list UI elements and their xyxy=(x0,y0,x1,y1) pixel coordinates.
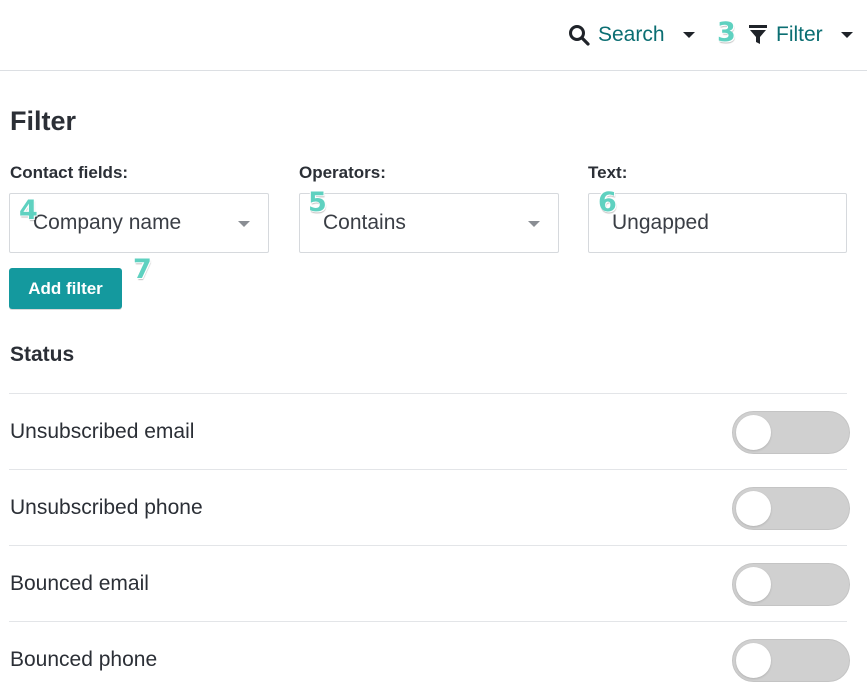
status-label: Unsubscribed phone xyxy=(10,495,203,519)
chevron-down-icon xyxy=(840,32,853,38)
marker-6: 6 xyxy=(598,187,617,218)
text-label: Text: xyxy=(588,163,628,182)
toggle-knob xyxy=(736,415,771,450)
search-dropdown-button[interactable]: Search xyxy=(568,18,695,52)
text-input[interactable]: Ungapped xyxy=(588,193,847,253)
contact-fields-select[interactable]: Company name xyxy=(9,193,269,253)
toggle-knob xyxy=(736,643,771,678)
status-row-unsubscribed-email: Unsubscribed email xyxy=(9,393,850,469)
unsubscribed-email-toggle[interactable] xyxy=(732,411,850,454)
add-filter-button[interactable]: Add filter xyxy=(9,268,122,309)
contact-fields-value: Company name xyxy=(33,211,182,234)
filter-heading: Filter xyxy=(10,106,77,136)
status-row-unsubscribed-phone: Unsubscribed phone xyxy=(9,469,850,545)
status-row-bounced-email: Bounced email xyxy=(9,545,850,621)
filter-dropdown-button[interactable]: Filter xyxy=(748,18,853,52)
status-label: Bounced email xyxy=(10,571,149,595)
marker-7: 7 xyxy=(133,254,152,285)
text-input-value: Ungapped xyxy=(612,211,709,234)
toggle-knob xyxy=(736,491,771,526)
funnel-icon xyxy=(749,25,767,44)
chevron-down-icon xyxy=(682,32,695,38)
operators-select[interactable]: Contains xyxy=(299,193,559,253)
chevron-down-icon xyxy=(238,221,250,227)
operators-value: Contains xyxy=(323,211,406,234)
bounced-email-toggle[interactable] xyxy=(732,563,850,606)
marker-4: 4 xyxy=(19,195,38,226)
status-row-bounced-phone: Bounced phone xyxy=(9,621,850,697)
status-label: Unsubscribed email xyxy=(10,419,195,443)
unsubscribed-phone-toggle[interactable] xyxy=(732,487,850,530)
filter-label: Filter xyxy=(776,23,823,46)
top-toolbar: Search 3 Filter xyxy=(0,0,867,71)
search-label: Search xyxy=(598,23,665,46)
search-icon xyxy=(569,25,590,46)
contact-fields-label: Contact fields: xyxy=(10,163,129,182)
status-label: Bounced phone xyxy=(10,647,158,671)
operators-label: Operators: xyxy=(299,163,386,182)
bounced-phone-toggle[interactable] xyxy=(732,639,850,682)
toggle-knob xyxy=(736,567,771,602)
marker-3: 3 xyxy=(717,17,736,48)
chevron-down-icon xyxy=(528,221,540,227)
status-heading: Status xyxy=(10,343,75,366)
marker-5: 5 xyxy=(308,187,327,218)
